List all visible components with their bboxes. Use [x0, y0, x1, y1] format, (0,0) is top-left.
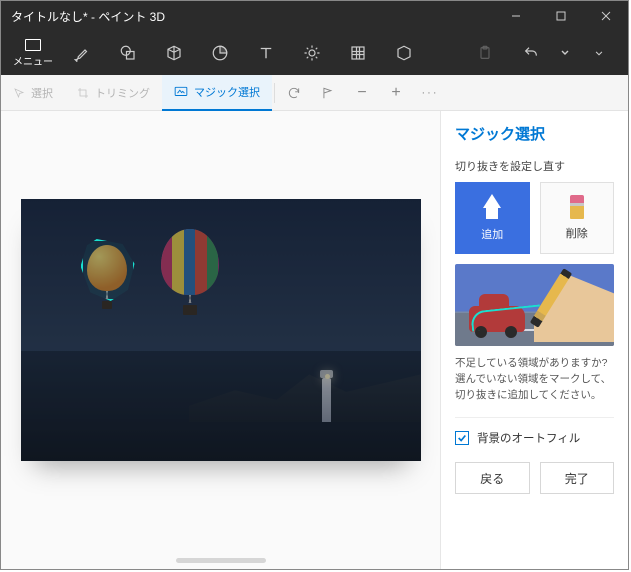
close-button[interactable]: [583, 1, 628, 31]
crop-tool: トリミング: [65, 75, 162, 111]
maximize-button[interactable]: [538, 1, 583, 31]
pencil-add-icon: [483, 194, 501, 220]
panel-subtitle: 切り抜きを設定し直す: [455, 158, 614, 174]
menu-button[interactable]: メニュー: [7, 39, 59, 68]
app-window: タイトルなし* - ペイント 3D メニュー: [0, 0, 629, 570]
shapes-3d-tool[interactable]: [151, 31, 197, 75]
horizontal-scrollbar[interactable]: [176, 558, 266, 563]
effects-tool[interactable]: [289, 31, 335, 75]
redo-button[interactable]: [576, 31, 622, 75]
canvas-image[interactable]: [21, 199, 421, 461]
done-button[interactable]: 完了: [540, 462, 615, 494]
remove-tool-card[interactable]: 削除: [540, 182, 615, 254]
hint-text: 不足している領域がありますか? 選んでいない領域をマークして、切り抜きに追加して…: [455, 356, 614, 403]
minimize-button[interactable]: [493, 1, 538, 31]
paste-button: [462, 31, 508, 75]
menu-label: メニュー: [13, 57, 53, 68]
instruction-illustration: [455, 264, 614, 346]
checkmark-icon: [455, 431, 469, 445]
zoom-out-button[interactable]: −: [345, 84, 379, 102]
text-tool[interactable]: [243, 31, 289, 75]
select-tool: 選択: [1, 75, 65, 111]
flag-button[interactable]: [311, 86, 345, 100]
library-3d-tool[interactable]: [381, 31, 427, 75]
canvas-tool[interactable]: [335, 31, 381, 75]
more-button[interactable]: ···: [413, 87, 447, 99]
shapes-2d-tool[interactable]: [105, 31, 151, 75]
stickers-tool[interactable]: [197, 31, 243, 75]
window-title: タイトルなし* - ペイント 3D: [1, 8, 493, 25]
sub-toolbar: 選択 トリミング マジック選択 − + ···: [1, 75, 628, 111]
brushes-tool[interactable]: [59, 31, 105, 75]
side-panel: マジック選択 切り抜きを設定し直す 追加 削除: [440, 111, 628, 569]
history-dropdown[interactable]: [554, 31, 576, 75]
canvas-area[interactable]: [1, 111, 440, 569]
add-tool-card[interactable]: 追加: [455, 182, 530, 254]
titlebar: タイトルなし* - ペイント 3D: [1, 1, 628, 31]
magic-select-tool[interactable]: マジック選択: [162, 75, 272, 111]
rotate-button[interactable]: [277, 86, 311, 100]
eraser-icon: [568, 195, 586, 219]
back-button[interactable]: 戻る: [455, 462, 530, 494]
autofill-checkbox[interactable]: 背景のオートフィル: [455, 430, 614, 446]
panel-title: マジック選択: [455, 123, 614, 144]
undo-button[interactable]: [508, 31, 554, 75]
ribbon: メニュー: [1, 31, 628, 75]
zoom-in-button[interactable]: +: [379, 84, 413, 102]
